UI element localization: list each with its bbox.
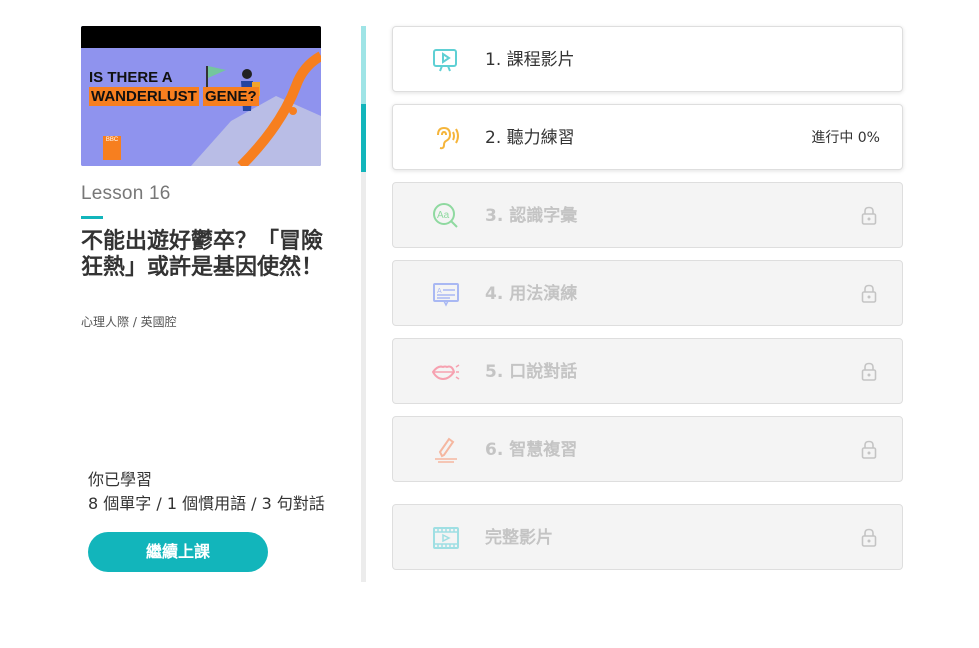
lock-icon: [861, 440, 877, 459]
vocabulary-search-icon: Aa: [432, 203, 460, 229]
lesson-thumbnail[interactable]: IS THERE A WANDERLUST GENE? BBC: [81, 26, 321, 166]
step-listening-practice[interactable]: 2. 聽力練習 進行中 0%: [392, 104, 903, 170]
lock-icon: [861, 206, 877, 225]
step-vocabulary[interactable]: Aa 3. 認識字彙: [392, 182, 903, 248]
step-label: 1. 課程影片: [485, 50, 575, 70]
step-label: 4. 用法演練: [485, 284, 578, 304]
step-speaking-dialogue[interactable]: 5. 口說對話: [392, 338, 903, 404]
step-smart-review[interactable]: 6. 智慧複習: [392, 416, 903, 482]
step-label: 5. 口說對話: [485, 362, 578, 382]
continue-lesson-button[interactable]: 繼續上課: [88, 532, 268, 572]
thumbnail-line3: GENE?: [203, 87, 259, 106]
pen-review-icon: [432, 437, 460, 463]
progress-step2-current: [361, 104, 366, 172]
lesson-title: 不能出遊好鬱卒？「冒險狂熱」或許是基因使然！: [81, 229, 324, 280]
step-progress-status: 進行中 0%: [811, 130, 880, 146]
step-usage-practice[interactable]: A 4. 用法演練: [392, 260, 903, 326]
thumbnail-line2: WANDERLUST: [89, 87, 199, 106]
lips-speaking-icon: [431, 359, 460, 385]
svg-text:Aa: Aa: [437, 210, 450, 221]
learned-stats: 8 個單字 / 1 個慣用語 / 3 句對話: [88, 494, 325, 513]
thumbnail-line1: IS THERE A: [89, 69, 173, 86]
usage-practice-icon: A: [432, 281, 460, 307]
step-label: 3. 認識字彙: [485, 206, 578, 226]
film-icon: [432, 525, 460, 551]
step-label: 6. 智慧複習: [485, 440, 578, 460]
step-course-video[interactable]: 1. 課程影片: [392, 26, 903, 92]
step-full-video[interactable]: 完整影片: [392, 504, 903, 570]
lock-icon: [861, 528, 877, 547]
svg-text:A: A: [437, 288, 442, 295]
lock-icon: [861, 284, 877, 303]
step-label: 完整影片: [485, 528, 553, 548]
accent-divider: [81, 216, 103, 219]
learned-label: 你已學習: [88, 470, 153, 489]
progress-step1-done: [361, 26, 366, 104]
lesson-tags: 心理人際 / 英國腔: [81, 315, 177, 329]
ear-icon: [432, 125, 460, 151]
lock-icon: [861, 362, 877, 381]
bbc-badge: BBC: [103, 136, 121, 160]
lesson-number: Lesson 16: [81, 183, 171, 204]
step-label: 2. 聽力練習: [485, 128, 575, 148]
video-lesson-icon: [432, 47, 460, 73]
